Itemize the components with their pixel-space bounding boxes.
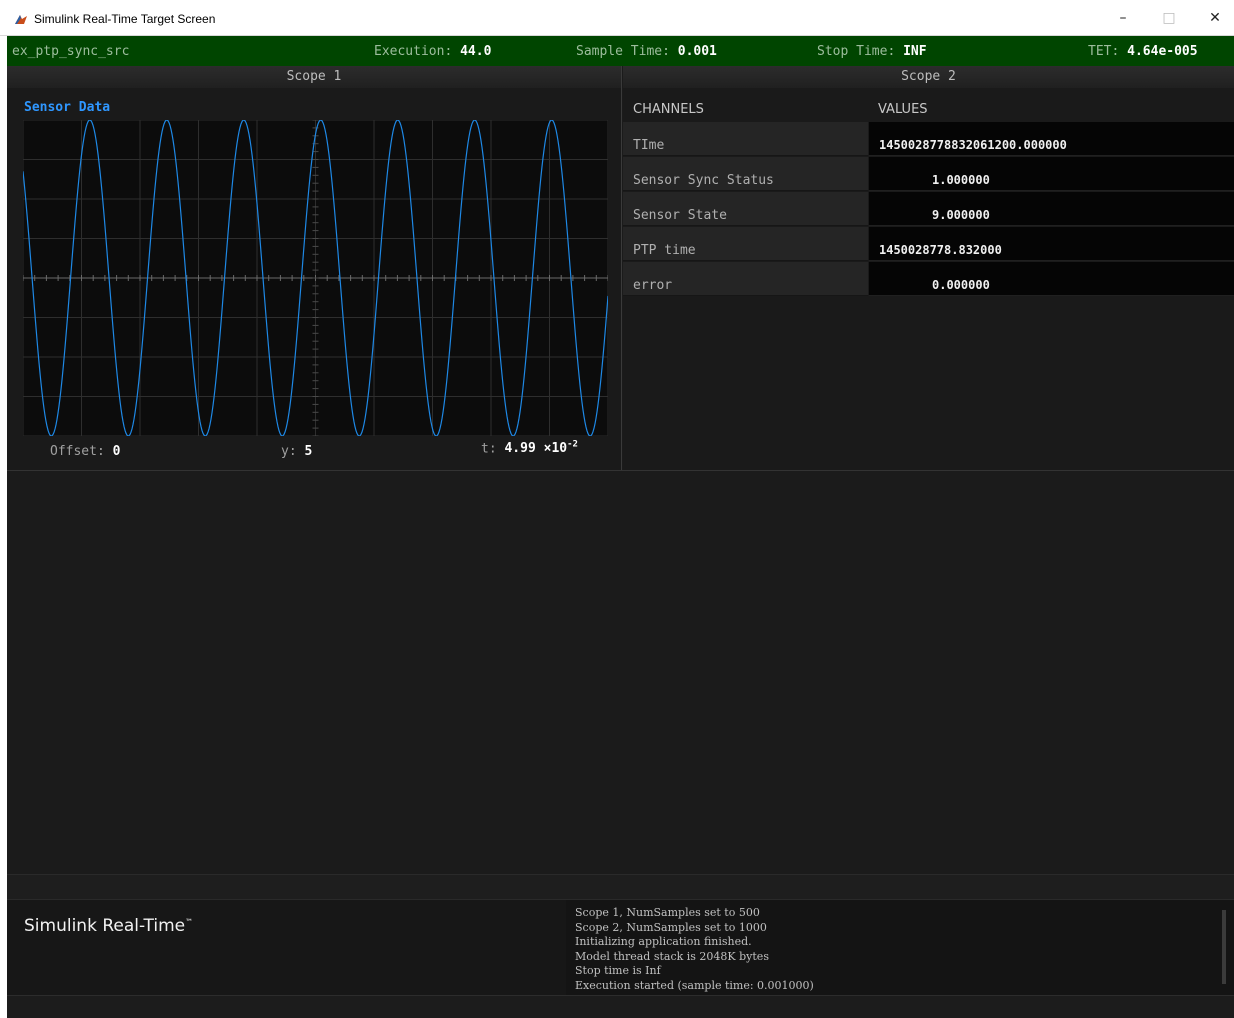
t-mantissa: 4.99 — [504, 441, 536, 457]
table-row: PTP time 1450028778.832000 — [623, 227, 1234, 261]
channel-name: TIme — [623, 122, 868, 156]
stop-time-status: Stop Time: INF — [817, 44, 927, 59]
channel-value-cell: 1450028778832061200.000000 — [869, 122, 1234, 156]
table-row: TIme 1450028778832061200.000000 — [623, 122, 1234, 156]
channel-value: 1450028778832061200.000000 — [879, 138, 1067, 152]
table-row: error 0.000000 — [623, 262, 1234, 296]
tet-status: TET: 4.64e-005 — [1088, 44, 1198, 59]
tet-value: 4.64e-005 — [1127, 44, 1198, 59]
execution-status: Execution: 44.0 — [374, 44, 491, 59]
matlab-app-icon — [14, 13, 28, 25]
y-label: y: — [281, 444, 297, 459]
signal-title: Sensor Data — [24, 100, 111, 115]
table-row: Sensor Sync Status 1.000000 — [623, 157, 1234, 191]
close-button[interactable]: ✕ — [1192, 0, 1234, 36]
channel-name: Sensor State — [623, 192, 868, 226]
offset-label: Offset: — [50, 444, 105, 459]
log-line: Model thread stack is 2048K bytes — [575, 949, 769, 963]
t-times: ×10 — [543, 441, 568, 457]
channel-value: 0.000000 — [932, 278, 990, 292]
t-label: t: — [481, 441, 497, 457]
application-name: ex_ptp_sync_src — [12, 44, 130, 59]
channel-name: PTP time — [623, 227, 868, 261]
window-border — [0, 36, 7, 1018]
brand-name: Simulink Real-Time — [24, 916, 186, 936]
values-column-header: VALUES — [878, 102, 928, 117]
channels-column-header: CHANNELS — [633, 102, 704, 117]
offset-value: 0 — [112, 444, 121, 459]
channel-value: 1.000000 — [932, 173, 990, 187]
channel-value: 1450028778.832000 — [879, 243, 1002, 257]
execution-label: Execution: — [374, 44, 453, 59]
maximize-button[interactable]: □ — [1146, 0, 1192, 36]
log-line: Stop time is Inf — [575, 964, 661, 977]
channel-value-cell: 1450028778.832000 — [869, 227, 1234, 261]
sample-time-label: Sample Time: — [576, 44, 670, 59]
y-readout: y: 5 — [281, 444, 312, 459]
status-bar: ex_ptp_sync_src Execution: 44.0 Sample T… — [7, 36, 1234, 66]
log-scrollbar[interactable] — [1222, 910, 1226, 984]
message-log[interactable]: Scope 1, NumSamples set to 500 Scope 2, … — [566, 900, 1234, 995]
scope-1-header: Scope 1 — [7, 66, 621, 88]
log-line: Execution started (sample time: 0.001000… — [575, 978, 814, 992]
channel-value-cell: 1.000000 — [869, 157, 1234, 191]
window-title: Simulink Real-Time Target Screen — [34, 12, 216, 26]
brand-trademark: ™ — [185, 917, 194, 927]
stop-time-label: Stop Time: — [817, 44, 896, 59]
log-line: Scope 2, NumSamples set to 1000 — [575, 920, 767, 934]
separator-band — [7, 874, 1234, 900]
footer-panel: Simulink Real-Time™ Scope 1, NumSamples … — [7, 900, 1234, 995]
channel-value-cell: 9.000000 — [869, 192, 1234, 226]
minimize-button[interactable]: – — [1100, 0, 1146, 36]
tet-label: TET: — [1088, 44, 1120, 59]
log-line: Initializing application finished. — [575, 935, 752, 948]
t-exponent: -2 — [567, 440, 578, 450]
scope-1-plot[interactable] — [23, 120, 608, 436]
stop-time-value: INF — [903, 44, 927, 59]
y-value: 5 — [304, 444, 313, 459]
offset-readout: Offset: 0 — [50, 444, 120, 459]
channel-value: 9.000000 — [932, 208, 990, 222]
product-brand: Simulink Real-Time™ — [24, 916, 193, 936]
scope-2-header: Scope 2 — [623, 66, 1234, 88]
t-readout: t: 4.99 ×10-2 — [481, 440, 578, 456]
empty-scope-area — [7, 471, 1234, 874]
channel-name: Sensor Sync Status — [623, 157, 868, 191]
log-line: Scope 1, NumSamples set to 500 — [575, 906, 760, 919]
bottom-bar — [7, 995, 1234, 1018]
window-titlebar: Simulink Real-Time Target Screen – □ ✕ — [0, 0, 1234, 36]
channel-name: error — [623, 262, 868, 296]
channel-value-cell: 0.000000 — [869, 262, 1234, 296]
table-row: Sensor State 9.000000 — [623, 192, 1234, 226]
scope-2-panel[interactable]: Scope 2 CHANNELS VALUES TIme 14500287788… — [623, 66, 1234, 470]
sample-time-value: 0.001 — [677, 44, 717, 59]
execution-value: 44.0 — [460, 44, 492, 59]
scope-1-panel[interactable]: Scope 1 Sensor Data Offset: 0 y: 5 t: 4.… — [7, 66, 622, 470]
sample-time-status: Sample Time: 0.001 — [576, 44, 717, 59]
